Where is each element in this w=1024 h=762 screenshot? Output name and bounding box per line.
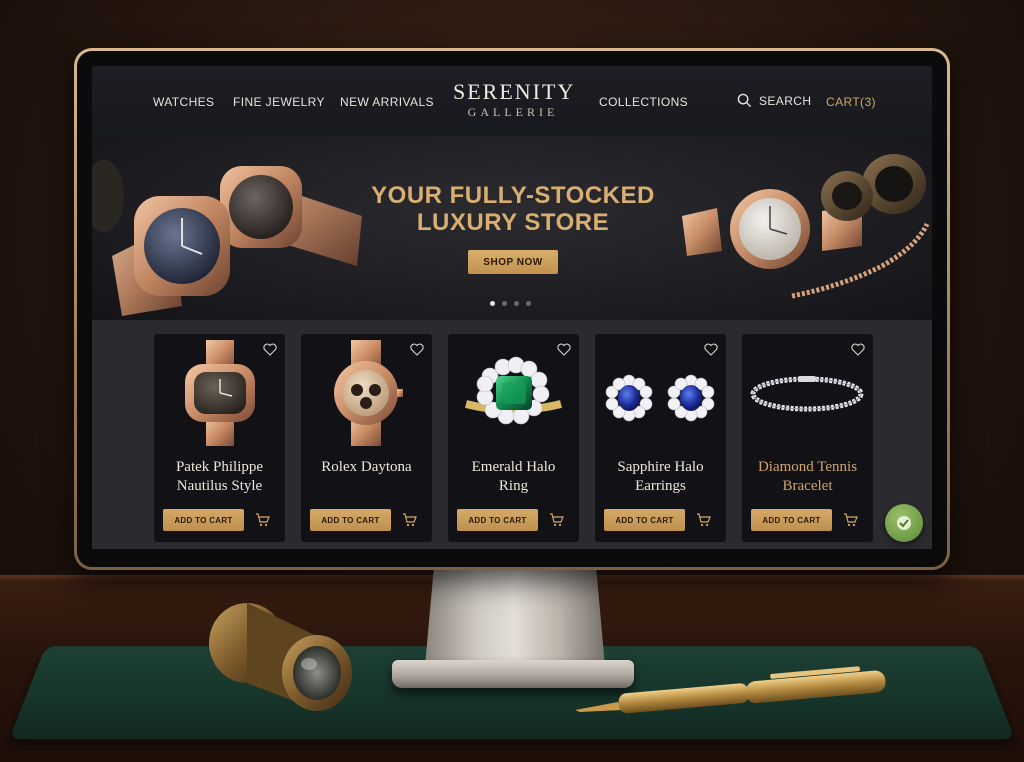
cart-link[interactable]: CART(3) xyxy=(826,95,876,109)
product-name-line2: Ring xyxy=(498,478,529,494)
product-card[interactable]: Rolex Daytona ADD TO CART xyxy=(301,334,432,542)
site-header: WATCHES FINE JEWELRY NEW ARRIVALS SERENI… xyxy=(92,66,932,136)
nav-fine-jewelry[interactable]: FINE JEWELRY xyxy=(233,95,325,109)
product-card[interactable]: Patek Philippe Nautilus Style ADD TO CAR… xyxy=(154,334,285,542)
add-to-cart-button[interactable]: ADD TO CART xyxy=(163,509,244,531)
hero-watches-image xyxy=(92,160,362,316)
product-card[interactable]: Emerald Halo Ring ADD TO CART xyxy=(448,334,579,542)
product-name-line2: Bracelet xyxy=(782,478,833,494)
carousel-dot-3[interactable] xyxy=(514,301,519,306)
carousel-dot-2[interactable] xyxy=(502,301,507,306)
product-grid: Patek Philippe Nautilus Style ADD TO CAR… xyxy=(92,320,932,549)
monitor: WATCHES FINE JEWELRY NEW ARRIVALS SERENI… xyxy=(74,48,950,570)
add-to-cart-button[interactable]: ADD TO CART xyxy=(751,509,832,531)
carousel-dots xyxy=(490,301,531,306)
cart-icon[interactable] xyxy=(549,513,564,527)
chat-button[interactable] xyxy=(885,504,923,542)
chat-icon xyxy=(897,516,911,530)
nav-watches[interactable]: WATCHES xyxy=(153,95,214,109)
hero-headline-line2: LUXURY STORE xyxy=(416,209,610,236)
nav-collections[interactable]: COLLECTIONS xyxy=(599,95,688,109)
monitor-stand xyxy=(425,566,605,666)
product-name[interactable]: Patek Philippe Nautilus Style xyxy=(154,458,285,496)
product-name[interactable]: Emerald Halo Ring xyxy=(448,458,579,496)
hero-headline-line1: YOUR FULLY-STOCKED xyxy=(371,182,655,209)
carousel-dot-4[interactable] xyxy=(526,301,531,306)
nav-new-arrivals[interactable]: NEW ARRIVALS xyxy=(340,95,434,109)
monitor-bezel: WATCHES FINE JEWELRY NEW ARRIVALS SERENI… xyxy=(77,51,947,567)
hero-headline: YOUR FULLY-STOCKED LUXURY STORE xyxy=(352,182,674,236)
search-icon xyxy=(737,93,752,108)
cart-icon[interactable] xyxy=(402,513,417,527)
product-name[interactable]: Diamond Tennis Bracelet xyxy=(742,458,873,496)
hero-jewelry-image xyxy=(682,154,930,299)
product-card[interactable]: Sapphire Halo Earrings ADD TO CART xyxy=(595,334,726,542)
product-name-line1: Rolex Daytona xyxy=(321,459,412,475)
cart-icon[interactable] xyxy=(843,513,858,527)
product-name-line2: Nautilus Style xyxy=(176,478,263,494)
cart-icon[interactable] xyxy=(696,513,711,527)
heart-icon[interactable] xyxy=(410,343,424,356)
add-to-cart-button[interactable]: ADD TO CART xyxy=(310,509,391,531)
product-name[interactable]: Sapphire Halo Earrings xyxy=(595,458,726,496)
heart-icon[interactable] xyxy=(704,343,718,356)
cart-icon[interactable] xyxy=(255,513,270,527)
hero-banner: YOUR FULLY-STOCKED LUXURY STORE SHOP NOW xyxy=(92,136,932,320)
heart-icon[interactable] xyxy=(557,343,571,356)
product-name-line1: Diamond Tennis xyxy=(757,459,858,475)
search-button[interactable]: SEARCH xyxy=(737,93,811,108)
logo-subtitle: GALLERIE xyxy=(467,105,559,119)
product-name[interactable]: Rolex Daytona xyxy=(301,458,432,477)
logo-text[interactable]: SERENITY xyxy=(453,79,573,105)
product-card[interactable]: Diamond Tennis Bracelet ADD TO CART xyxy=(742,334,873,542)
add-to-cart-button[interactable]: ADD TO CART xyxy=(457,509,538,531)
add-to-cart-button[interactable]: ADD TO CART xyxy=(604,509,685,531)
shop-now-button[interactable]: SHOP NOW xyxy=(468,250,558,274)
fountain-pen-icon xyxy=(570,664,890,724)
jeweler-loupe-icon xyxy=(205,598,355,718)
product-name-line1: Patek Philippe xyxy=(175,459,264,475)
heart-icon[interactable] xyxy=(263,343,277,356)
carousel-dot-1[interactable] xyxy=(490,301,495,306)
product-name-line2: Earrings xyxy=(635,478,686,494)
product-name-line1: Sapphire Halo xyxy=(617,459,704,475)
product-name-line1: Emerald Halo xyxy=(471,459,556,475)
store-screen: WATCHES FINE JEWELRY NEW ARRIVALS SERENI… xyxy=(92,66,932,549)
heart-icon[interactable] xyxy=(851,343,865,356)
search-label: SEARCH xyxy=(759,93,812,108)
